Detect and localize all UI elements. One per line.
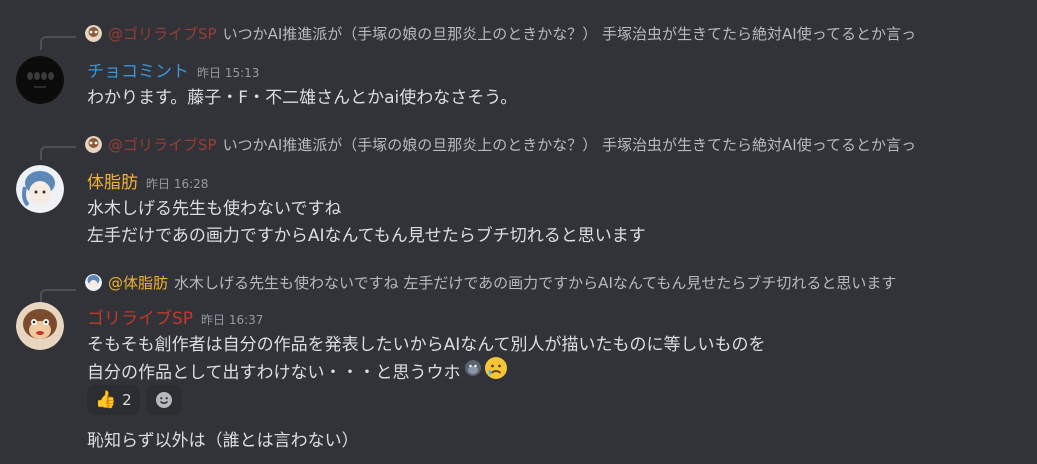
message-text: そもそも創作者は自分の作品を発表したいからAIなんて別人が描いたものに等しいもの…: [87, 335, 766, 355]
reply-text[interactable]: いつかAI推進派が（手塚の娘の旦那炎上のときかな？） 手塚治虫が生きてたら絶対A…: [223, 134, 916, 155]
reply-connector: [40, 36, 76, 50]
reply-avatar: [85, 135, 102, 153]
message-text: 水木しげる先生も使わないですね: [87, 199, 342, 219]
timestamp: 昨日 16:28: [146, 177, 209, 191]
reaction-count: 2: [122, 391, 132, 409]
username[interactable]: ゴリライブSP: [87, 304, 193, 329]
timestamp: 昨日 15:13: [197, 66, 260, 80]
sad-relieved-face-icon: [484, 356, 508, 385]
smiley-icon: [155, 392, 172, 408]
reply-avatar: [85, 24, 102, 42]
message-text: 自分の作品として出すわけない・・・と思うウホ: [87, 363, 461, 383]
message-text-row: 自分の作品として出すわけない・・・と思うウホ: [87, 356, 508, 385]
add-reaction-button[interactable]: [145, 385, 182, 415]
message-header: チョコミント 昨日 15:13: [87, 57, 259, 82]
reply-author[interactable]: @体脂肪: [108, 272, 168, 293]
reply-avatar: [85, 273, 102, 291]
avatar[interactable]: [16, 56, 64, 104]
reply-preview[interactable]: @体脂肪 水木しげる先生も使わないですね 左手だけであの画力ですからAIなんても…: [85, 272, 896, 292]
reaction-thumbs-up[interactable]: 👍 2: [87, 385, 140, 415]
reaction-bar: 👍 2: [87, 385, 182, 415]
avatar[interactable]: [16, 302, 64, 350]
thumbs-up-icon: 👍: [95, 390, 117, 410]
gorilla-emoji-icon: [464, 359, 482, 382]
reply-preview[interactable]: @ゴリライブSP いつかAI推進派が（手塚の娘の旦那炎上のときかな？） 手塚治虫…: [85, 134, 916, 154]
timestamp: 昨日 16:37: [201, 313, 264, 327]
message-text: 左手だけであの画力ですからAIなんてもん見せたらブチ切れると思います: [87, 226, 646, 246]
message-header: 体脂肪 昨日 16:28: [87, 168, 208, 193]
reply-author[interactable]: @ゴリライブSP: [108, 134, 217, 155]
username[interactable]: 体脂肪: [87, 168, 138, 193]
message-text: 恥知らず以外は（誰とは言わない）: [87, 431, 359, 451]
reply-connector: [40, 146, 76, 160]
reply-connector: [40, 289, 76, 303]
message-header: ゴリライブSP 昨日 16:37: [87, 304, 263, 329]
reply-preview[interactable]: @ゴリライブSP いつかAI推進派が（手塚の娘の旦那炎上のときかな？） 手塚治虫…: [85, 23, 916, 43]
chat-log: @ゴリライブSP いつかAI推進派が（手塚の娘の旦那炎上のときかな？） 手塚治虫…: [0, 0, 1037, 464]
reply-author[interactable]: @ゴリライブSP: [108, 23, 217, 44]
avatar[interactable]: [16, 165, 64, 213]
reply-text[interactable]: いつかAI推進派が（手塚の娘の旦那炎上のときかな？） 手塚治虫が生きてたら絶対A…: [223, 23, 916, 44]
username[interactable]: チョコミント: [87, 57, 189, 82]
message-text: わかります。藤子・F・不二雄さんとかai使わなさそう。: [87, 88, 518, 108]
reply-text[interactable]: 水木しげる先生も使わないですね 左手だけであの画力ですからAIなんてもん見せたら…: [174, 272, 896, 293]
